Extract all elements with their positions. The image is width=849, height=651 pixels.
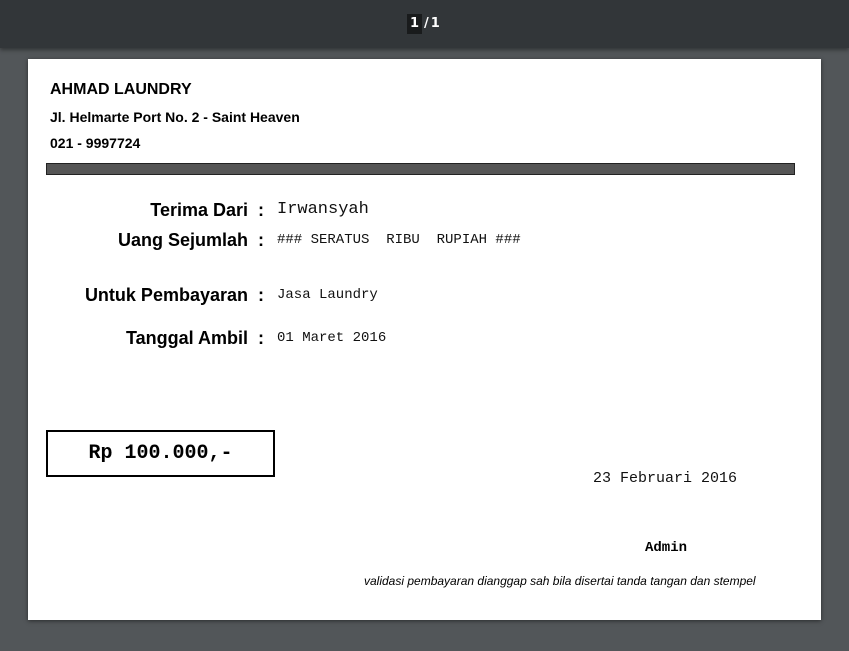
company-name: AHMAD LAUNDRY: [50, 81, 192, 98]
company-phone: 021 - 9997724: [50, 135, 141, 151]
field-label: Tanggal Ambil: [125, 328, 248, 348]
receipt-page: AHMAD LAUNDRY Jl. Helmarte Port No. 2 - …: [28, 59, 821, 620]
field-value: Irwansyah: [277, 200, 369, 219]
field-row-terima-dari: Terima Dari : Irwansyah: [28, 198, 821, 222]
field-colon: :: [258, 328, 264, 348]
amount-box: Rp 100.000,-: [46, 430, 275, 477]
header-divider-bar: [46, 163, 795, 175]
field-colon: :: [258, 200, 264, 220]
page-counter: 1 / 1: [407, 14, 440, 34]
field-colon: :: [258, 230, 264, 250]
pdf-toolbar: 1 / 1: [0, 0, 849, 48]
amount-text: Rp 100.000,-: [88, 442, 233, 465]
field-colon: :: [258, 285, 264, 305]
field-value: 01 Maret 2016: [277, 330, 387, 346]
field-value: Jasa Laundry: [277, 287, 378, 303]
field-row-uang-sejumlah: Uang Sejumlah : ### SERATUS RIBU RUPIAH …: [28, 228, 821, 252]
field-label: Uang Sejumlah: [117, 230, 248, 250]
validation-note: validasi pembayaran dianggap sah bila di…: [364, 574, 756, 588]
page-separator: /: [424, 16, 429, 31]
field-row-tanggal-ambil: Tanggal Ambil : 01 Maret 2016: [28, 326, 821, 350]
signer-name: Admin: [645, 540, 688, 556]
field-value: ### SERATUS RIBU RUPIAH ###: [277, 232, 521, 248]
field-label: Untuk Pembayaran: [84, 285, 248, 305]
field-row-untuk-pembayaran: Untuk Pembayaran : Jasa Laundry: [28, 283, 821, 307]
issue-date: 23 Februari 2016: [593, 470, 738, 487]
current-page-number[interactable]: 1: [407, 14, 423, 34]
field-label: Terima Dari: [150, 200, 248, 220]
total-page-number: 1: [430, 16, 440, 31]
company-address: Jl. Helmarte Port No. 2 - Saint Heaven: [50, 109, 300, 125]
